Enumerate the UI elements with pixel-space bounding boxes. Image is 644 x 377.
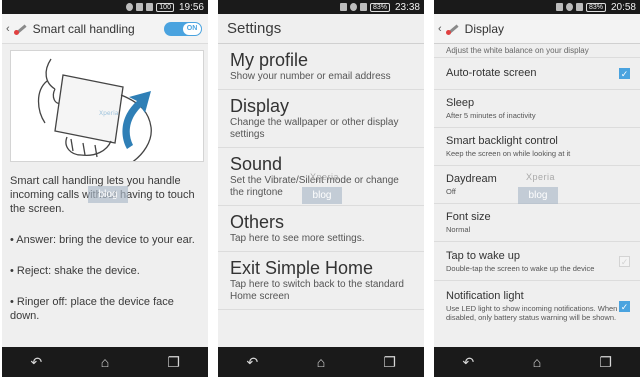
bluetooth-icon	[349, 3, 357, 11]
recent-apps-icon[interactable]: ❐	[375, 354, 405, 371]
item-title: Others	[230, 212, 285, 232]
smart-call-panel: 100 19:56 ‹ Smart call handling ON Xperi…	[2, 0, 208, 377]
settings-tools-icon	[13, 22, 27, 36]
battery-icon: 100	[156, 2, 174, 12]
item-subtitle: Change the wallpaper or other display se…	[230, 117, 399, 140]
signal-icon	[575, 3, 583, 11]
bluetooth-icon	[565, 3, 573, 11]
smart-backlight-item[interactable]: Smart backlight control Keep the screen …	[434, 128, 640, 166]
back-icon[interactable]: ↶	[237, 354, 267, 371]
vibrate-icon	[136, 3, 144, 11]
battery-icon: 83%	[369, 2, 390, 12]
tap-to-wake-item[interactable]: Tap to wake up Double-tap the screen to …	[434, 242, 640, 281]
item-subtitle: Keep the screen on while looking at it	[446, 149, 571, 158]
item-title: Smart backlight control	[446, 135, 558, 147]
status-time: 20:58	[610, 1, 636, 13]
signal-icon	[146, 3, 154, 11]
battery-icon: 83%	[585, 2, 606, 12]
reject-instruction: • Reject: shake the device.	[10, 265, 140, 277]
back-icon[interactable]: ↶	[21, 354, 51, 371]
others-item[interactable]: Others Tap here to see more settings.	[218, 206, 424, 252]
notification-icon	[339, 3, 347, 11]
recent-apps-icon[interactable]: ❐	[159, 354, 189, 371]
my-profile-item[interactable]: My profile Show your number or email add…	[218, 44, 424, 90]
item-subtitle: Tap here to see more settings.	[230, 233, 365, 244]
home-icon[interactable]: ⌂	[90, 354, 120, 370]
watermark-xperia: Xperia	[310, 172, 340, 182]
sleep-item[interactable]: Sleep After 5 minutes of inactivity	[434, 90, 640, 128]
item-subtitle: Show your number or email address	[230, 71, 391, 82]
item-title: My profile	[230, 50, 309, 70]
nav-bar: ↶ ⌂ ❐	[218, 347, 424, 377]
display-panel: 83% 20:58 ‹ Display Adjust the white bal…	[434, 0, 640, 377]
item-subtitle: Double-tap the screen to wake up the dev…	[446, 263, 595, 273]
white-balance-subtitle: Adjust the white balance on your display	[434, 44, 640, 58]
item-title: Display	[230, 96, 290, 116]
back-chevron-icon[interactable]: ‹	[438, 23, 442, 35]
notification-light-checkbox[interactable]: ✓	[619, 300, 630, 312]
auto-rotate-item[interactable]: Auto-rotate screen ✓	[434, 58, 640, 90]
item-subtitle: After 5 minutes of inactivity	[446, 111, 536, 120]
nav-bar: ↶ ⌂ ❐	[434, 347, 640, 377]
item-title: Auto-rotate screen	[446, 67, 537, 79]
svg-text:Xperia: Xperia	[99, 110, 119, 117]
notification-icon	[555, 3, 563, 11]
font-size-item[interactable]: Font size Normal	[434, 204, 640, 242]
watermark-xperia: Xperia	[526, 172, 556, 182]
display-item[interactable]: Display Change the wallpaper or other di…	[218, 90, 424, 148]
page-title: Settings	[218, 14, 424, 44]
nav-bar: ↶ ⌂ ❐	[2, 347, 208, 377]
settings-panel: 83% 23:38 Settings My profile Show your …	[218, 0, 424, 377]
item-title: Exit Simple Home	[230, 258, 374, 278]
item-title: Sleep	[446, 97, 475, 109]
signal-icon	[359, 3, 367, 11]
status-bar: 100 19:56	[2, 0, 208, 14]
bluetooth-icon	[126, 3, 134, 11]
status-bar: 83% 23:38	[218, 0, 424, 14]
notification-light-item[interactable]: Notification light Use LED light to show…	[434, 281, 640, 331]
settings-tools-icon	[445, 22, 459, 36]
action-bar: ‹ Display	[434, 14, 640, 44]
item-subtitle: Normal	[446, 225, 471, 234]
page-title: Display	[464, 21, 505, 36]
tap-to-wake-checkbox[interactable]: ✓	[619, 255, 630, 267]
exit-simple-home-item[interactable]: Exit Simple Home Tap here to switch back…	[218, 252, 424, 310]
hand-phone-illustration: Xperia	[10, 50, 204, 162]
answer-instruction: • Answer: bring the device to your ear.	[10, 234, 195, 246]
item-title: Tap to wake up	[446, 249, 520, 262]
toggle-label: ON	[183, 22, 201, 35]
home-icon[interactable]: ⌂	[306, 354, 336, 370]
auto-rotate-checkbox[interactable]: ✓	[619, 68, 630, 79]
watermark: blog	[88, 186, 128, 203]
status-time: 19:56	[178, 1, 204, 13]
status-time: 23:38	[394, 1, 420, 13]
page-title: Smart call handling	[32, 21, 135, 36]
smart-call-toggle[interactable]: ON	[164, 21, 202, 36]
item-title: Notification light	[446, 290, 524, 302]
ringer-off-instruction: • Ringer off: place the device face down…	[10, 296, 174, 322]
back-chevron-icon[interactable]: ‹	[6, 23, 10, 35]
item-title: Sound	[230, 154, 283, 174]
back-icon[interactable]: ↶	[453, 354, 483, 371]
action-bar: ‹ Smart call handling ON	[2, 14, 208, 44]
recent-apps-icon[interactable]: ❐	[591, 354, 621, 371]
item-subtitle: Tap here to switch back to the standard …	[230, 279, 404, 302]
watermark: blog	[518, 187, 558, 204]
status-bar: 83% 20:58	[434, 0, 640, 14]
item-title: Font size	[446, 211, 491, 223]
item-subtitle: Use LED light to show incoming notificat…	[446, 304, 618, 322]
home-icon[interactable]: ⌂	[522, 354, 552, 370]
watermark: blog	[302, 187, 342, 204]
